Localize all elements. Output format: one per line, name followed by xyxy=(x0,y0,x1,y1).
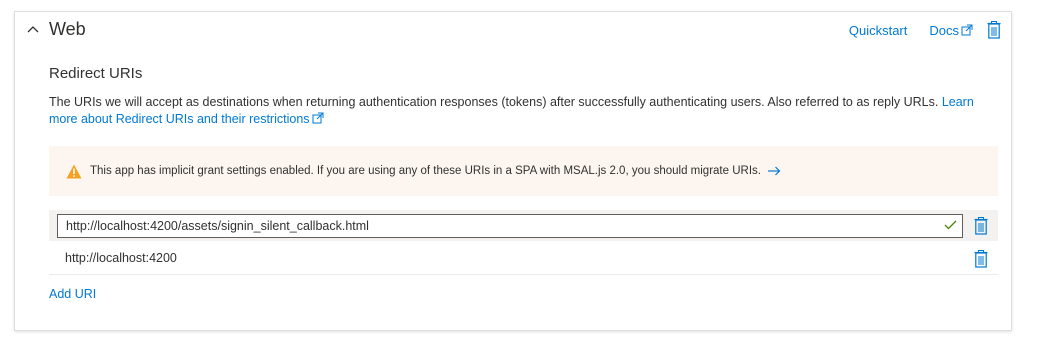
redirect-uris-title: Redirect URIs xyxy=(49,65,143,82)
warning-message: This app has implicit grant settings ena… xyxy=(90,165,761,177)
delete-uri-button[interactable] xyxy=(974,250,988,273)
uri-row xyxy=(49,210,998,241)
learn-more-text-2: more about Redirect URIs and their restr… xyxy=(49,112,310,126)
arrow-right-icon xyxy=(767,166,781,176)
trash-icon xyxy=(974,250,988,268)
description-text: The URIs we will accept as destinations … xyxy=(49,95,939,109)
migrate-uris-link[interactable] xyxy=(767,166,781,176)
docs-link[interactable]: Docs xyxy=(929,23,973,38)
checkmark-icon xyxy=(944,220,957,230)
docs-label: Docs xyxy=(929,22,959,38)
redirect-uri-value: http://localhost:4200 xyxy=(65,251,177,265)
warning-icon xyxy=(66,164,82,178)
delete-uri-button[interactable] xyxy=(974,217,988,240)
uri-row[interactable]: http://localhost:4200 xyxy=(49,243,998,275)
collapse-button[interactable] xyxy=(25,21,41,37)
card-header: Web Quickstart Docs xyxy=(15,12,1011,48)
external-link-icon xyxy=(312,112,324,124)
chevron-up-icon xyxy=(27,26,39,33)
quickstart-link[interactable]: Quickstart xyxy=(849,23,908,38)
redirect-uris-description: The URIs we will accept as destinations … xyxy=(49,94,999,128)
external-link-icon xyxy=(961,24,973,36)
add-uri-link[interactable]: Add URI xyxy=(49,287,96,301)
trash-icon xyxy=(974,217,988,235)
platform-title: Web xyxy=(49,19,86,39)
redirect-uri-input[interactable] xyxy=(57,214,963,238)
delete-platform-button[interactable] xyxy=(987,21,1001,39)
web-platform-card: Web Quickstart Docs Redirect URIs The UR… xyxy=(14,11,1012,331)
trash-icon xyxy=(987,21,1001,39)
learn-more-text-1: Learn xyxy=(941,95,974,109)
implicit-grant-warning: This app has implicit grant settings ena… xyxy=(49,146,998,196)
header-actions: Quickstart Docs xyxy=(849,18,1001,42)
